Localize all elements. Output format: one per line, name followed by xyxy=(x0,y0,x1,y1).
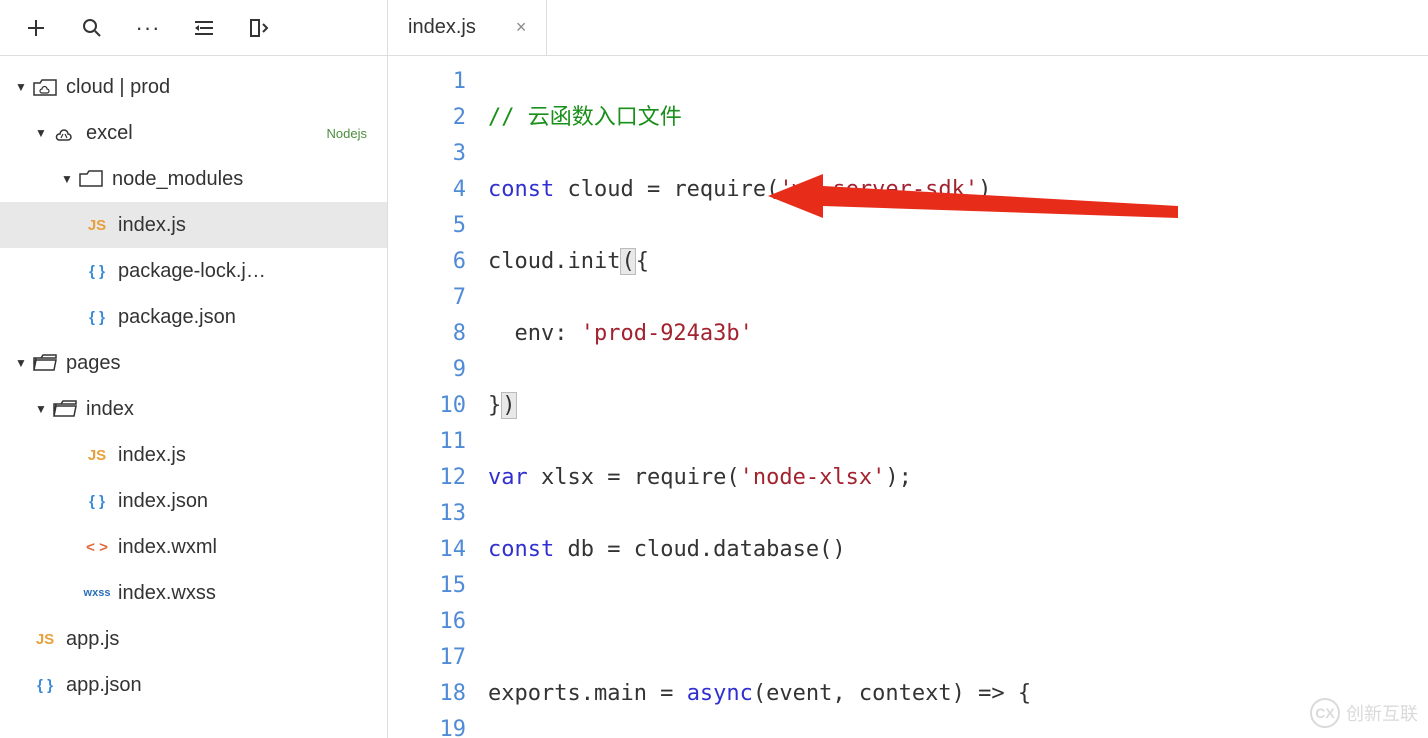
tree-file-index-js[interactable]: JS index.js xyxy=(0,202,387,248)
tree-label: index.js xyxy=(118,444,186,467)
watermark-icon: CX xyxy=(1310,698,1340,728)
tree-label: pages xyxy=(66,352,121,375)
tree-label: package-lock.j… xyxy=(118,260,266,283)
chevron-down-icon: ▼ xyxy=(32,124,50,142)
json-file-icon: { } xyxy=(84,488,110,514)
sidebar-toolbar: ··· xyxy=(0,0,387,56)
add-button[interactable] xyxy=(8,0,64,56)
tree-label: index.wxss xyxy=(118,582,216,605)
tree-label: package.json xyxy=(118,306,236,329)
chevron-down-icon: ▼ xyxy=(12,78,30,96)
tree-label: app.json xyxy=(66,674,142,697)
watermark-text: 创新互联 xyxy=(1346,700,1418,726)
wxml-file-icon: < > xyxy=(84,534,110,560)
tab-index-js[interactable]: index.js × xyxy=(388,0,547,55)
chevron-down-icon: ▼ xyxy=(12,354,30,372)
chevron-down-icon: ▼ xyxy=(32,400,50,418)
tree-file-index-js-2[interactable]: JS index.js xyxy=(0,432,387,478)
json-file-icon: { } xyxy=(32,672,58,698)
tree-label: app.js xyxy=(66,628,119,651)
tree-file-package-json[interactable]: { } package.json xyxy=(0,294,387,340)
tree-label: index.json xyxy=(118,490,208,513)
code-content[interactable]: // 云函数入口文件 const cloud = require('wx-ser… xyxy=(488,56,1428,738)
tree-label: node_modules xyxy=(112,168,243,191)
tree-folder-index[interactable]: ▼ index xyxy=(0,386,387,432)
tree-file-package-lock[interactable]: { } package-lock.j… xyxy=(0,248,387,294)
code-editor[interactable]: 12345678910111213141516171819 // 云函数入口文件… xyxy=(388,56,1428,738)
file-tree: ▼ cloud | prod ▼ excel Nodejs ▼ node_mod… xyxy=(0,56,387,738)
tree-folder-cloud[interactable]: ▼ cloud | prod xyxy=(0,64,387,110)
tree-label: excel xyxy=(86,122,133,145)
line-gutter: 12345678910111213141516171819 xyxy=(388,56,488,738)
wxss-file-icon: wxss xyxy=(84,580,110,606)
cloud-function-icon xyxy=(52,120,78,146)
editor: index.js × 12345678910111213141516171819… xyxy=(388,0,1428,738)
tree-folder-pages[interactable]: ▼ pages xyxy=(0,340,387,386)
more-button[interactable]: ··· xyxy=(120,0,176,56)
tree-file-index-json[interactable]: { } index.json xyxy=(0,478,387,524)
json-file-icon: { } xyxy=(84,304,110,330)
nodejs-badge: Nodejs xyxy=(327,126,367,141)
tree-label: cloud | prod xyxy=(66,76,170,99)
folder-open-icon xyxy=(32,350,58,376)
tree-file-index-wxml[interactable]: < > index.wxml xyxy=(0,524,387,570)
tree-label: index.wxml xyxy=(118,536,217,559)
watermark: CX 创新互联 xyxy=(1310,698,1418,728)
tree-label: index xyxy=(86,398,134,421)
toggle-panel-button[interactable] xyxy=(232,0,288,56)
collapse-button[interactable] xyxy=(176,0,232,56)
tree-folder-excel[interactable]: ▼ excel Nodejs xyxy=(0,110,387,156)
folder-icon xyxy=(78,166,104,192)
tree-label: index.js xyxy=(118,214,186,237)
json-file-icon: { } xyxy=(84,258,110,284)
sidebar: ··· ▼ cloud | prod ▼ excel Nodejs ▼ xyxy=(0,0,388,738)
cloud-folder-icon xyxy=(32,74,58,100)
search-button[interactable] xyxy=(64,0,120,56)
js-file-icon: JS xyxy=(32,626,58,652)
js-file-icon: JS xyxy=(84,442,110,468)
js-file-icon: JS xyxy=(84,212,110,238)
tree-file-app-json[interactable]: { } app.json xyxy=(0,662,387,708)
tree-folder-node-modules[interactable]: ▼ node_modules xyxy=(0,156,387,202)
folder-open-icon xyxy=(52,396,78,422)
close-icon[interactable]: × xyxy=(516,17,527,38)
tree-file-app-js[interactable]: JS app.js xyxy=(0,616,387,662)
tree-file-index-wxss[interactable]: wxss index.wxss xyxy=(0,570,387,616)
chevron-down-icon: ▼ xyxy=(58,170,76,188)
tab-label: index.js xyxy=(408,16,476,39)
tab-bar: index.js × xyxy=(388,0,1428,56)
